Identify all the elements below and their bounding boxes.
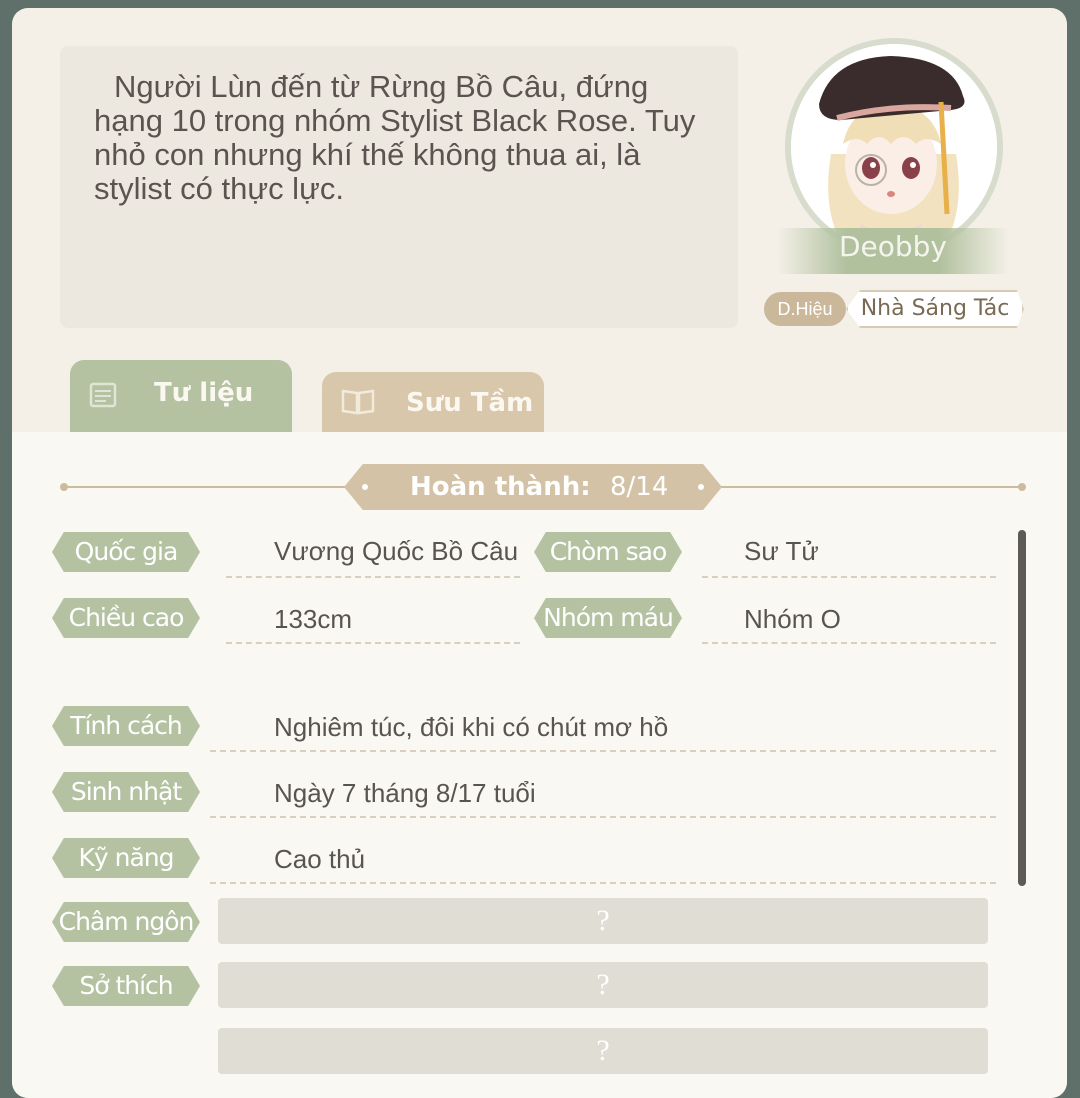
hobby-locked-value: ? bbox=[218, 962, 988, 1008]
completion-label: Hoàn thành: bbox=[410, 472, 591, 502]
blood-type-value: Nhóm O bbox=[744, 604, 841, 634]
divider-end-dot bbox=[60, 483, 68, 491]
blood-type-tag: Nhóm máu bbox=[534, 598, 682, 638]
tab-collection-label: Sưu Tầm bbox=[406, 388, 534, 418]
badge-dot bbox=[698, 484, 704, 490]
hobby-tag: Sở thích bbox=[52, 966, 200, 1006]
character-avatar[interactable] bbox=[785, 38, 1003, 256]
character-description: Người Lùn đến từ Rừng Bồ Câu, đứng hạng … bbox=[94, 69, 696, 206]
divider bbox=[210, 750, 996, 752]
birthday-value: Ngày 7 tháng 8/17 tuổi bbox=[274, 778, 536, 808]
divider bbox=[210, 816, 996, 818]
divider bbox=[702, 642, 996, 644]
motto-tag: Châm ngôn bbox=[52, 902, 200, 942]
height-value: 133cm bbox=[274, 604, 353, 634]
motto-locked-value: ? bbox=[218, 898, 988, 944]
country-value: Vương Quốc Bồ Câu bbox=[274, 536, 519, 566]
skill-tag: Kỹ năng bbox=[52, 838, 200, 878]
height-tag: Chiều cao bbox=[52, 598, 200, 638]
birthday-tag: Sinh nhật bbox=[52, 772, 200, 812]
completion-value: 8/14 bbox=[610, 472, 669, 502]
completion-badge: Hoàn thành: 8/14 bbox=[344, 464, 722, 510]
description-box: Người Lùn đến từ Rừng Bồ Câu, đứng hạng … bbox=[60, 46, 738, 328]
scrollbar[interactable] bbox=[1018, 530, 1026, 886]
character-name: Deobby bbox=[838, 230, 948, 263]
tab-collection[interactable]: Sưu Tầm bbox=[322, 372, 544, 432]
document-icon bbox=[88, 380, 118, 417]
constellation-tag: Chòm sao bbox=[534, 532, 682, 572]
personality-tag: Tính cách bbox=[52, 706, 200, 746]
divider bbox=[702, 576, 996, 578]
divider bbox=[210, 882, 996, 884]
country-tag: Quốc gia bbox=[52, 532, 200, 572]
personality-value: Nghiêm túc, đôi khi có chút mơ hồ bbox=[274, 712, 669, 742]
constellation-value: Sư Tử bbox=[744, 536, 819, 566]
tab-profile[interactable]: Tư liệu bbox=[70, 360, 292, 432]
divider-end-dot bbox=[1018, 483, 1026, 491]
title-badge[interactable]: D.Hiệu Nhà Sáng Tác bbox=[764, 290, 1030, 328]
divider bbox=[226, 642, 520, 644]
skill-value: Cao thủ bbox=[274, 844, 366, 874]
badge-dot bbox=[362, 484, 368, 490]
title-value: Nhà Sáng Tác bbox=[846, 290, 1024, 328]
title-label: D.Hiệu bbox=[764, 292, 846, 326]
tab-profile-label: Tư liệu bbox=[154, 378, 254, 408]
avatar-portrait-icon bbox=[791, 44, 997, 250]
book-icon bbox=[340, 386, 376, 423]
profile-window: Người Lùn đến từ Rừng Bồ Câu, đứng hạng … bbox=[12, 8, 1067, 1098]
extra-locked-value: ? bbox=[218, 1028, 988, 1074]
divider bbox=[226, 576, 520, 578]
